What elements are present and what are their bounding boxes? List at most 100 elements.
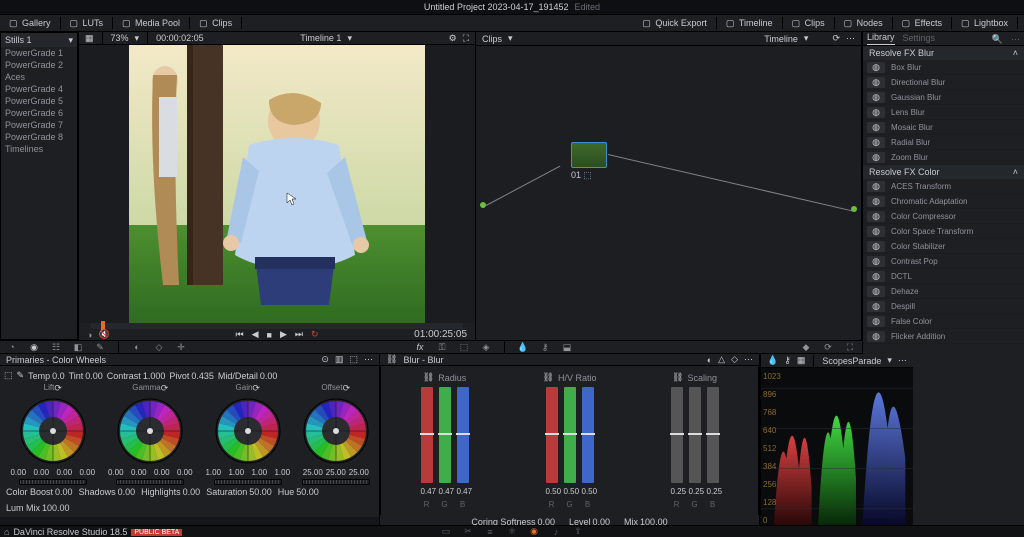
blur-values[interactable]: 0.470.470.47 — [421, 487, 469, 496]
color-wheel[interactable] — [301, 396, 371, 466]
3d-icon[interactable]: ◈ — [480, 341, 492, 353]
library-item[interactable]: ◍Gaussian Blur — [863, 90, 1024, 105]
expand-icon[interactable]: ⛶ — [463, 33, 469, 44]
gallery-item[interactable]: PowerGrade 4 — [1, 83, 77, 95]
blur-bars[interactable] — [421, 387, 469, 483]
keyframe-icon[interactable]: ◆ — [800, 341, 812, 353]
options-icon[interactable]: ⋯ — [1011, 34, 1020, 45]
chevron-down-icon[interactable]: ▾ — [347, 33, 352, 44]
library-item[interactable]: ◍Despill — [863, 299, 1024, 314]
gallery-item[interactable]: PowerGrade 2 — [1, 59, 77, 71]
picker-icon[interactable]: ⬚ — [4, 370, 13, 381]
library-item[interactable]: ◍Zoom Blur — [863, 150, 1024, 165]
scopes-canvas[interactable]: 10238967686405123842561280 — [761, 368, 913, 529]
scopes-mode[interactable]: Parade — [852, 356, 881, 366]
library-item[interactable]: ◍Color Compressor — [863, 209, 1024, 224]
blur-values[interactable]: 0.250.250.25 — [671, 487, 719, 496]
play-icon[interactable]: ▶ — [280, 329, 287, 340]
scopes-toggle-icon[interactable]: ⬓ — [561, 341, 573, 353]
zoom-value[interactable]: 73% — [111, 33, 129, 43]
clips-mode[interactable]: Clips — [482, 34, 502, 44]
curves-icon[interactable]: ◔ — [6, 341, 18, 353]
library-item[interactable]: ◍Radial Blur — [863, 135, 1024, 150]
sizing-icon[interactable]: ⬚ — [458, 341, 470, 353]
stop-icon[interactable]: ■ — [267, 330, 272, 340]
tab-settings[interactable]: Settings — [903, 33, 936, 45]
auto-icon[interactable]: ✎ — [17, 370, 25, 381]
wheel-values[interactable]: 0.000.000.000.00 — [8, 468, 97, 477]
gallery-header[interactable]: Stills 1 ▾ — [1, 33, 77, 47]
last-frame-icon[interactable]: ⏭ — [295, 329, 303, 340]
library-item[interactable]: ◍Lens Blur — [863, 105, 1024, 120]
param-lummix[interactable]: Lum Mix 100.00 — [6, 503, 70, 513]
options-icon[interactable]: ⋯ — [898, 355, 907, 366]
library-group-header[interactable]: Resolve FX Blur˄ — [863, 46, 1024, 60]
tracker-icon[interactable]: ✛ — [175, 341, 187, 353]
library-item[interactable]: ◍Chromatic Adaptation — [863, 194, 1024, 209]
node-reset-icon[interactable]: ⟳ — [832, 33, 840, 44]
gear-icon[interactable]: ⚙ — [449, 33, 457, 44]
param-shadows[interactable]: Shadows 0.00 — [79, 487, 136, 497]
page-deliver[interactable]: ⇪ — [571, 527, 585, 537]
wheel-values[interactable]: 1.001.001.001.00 — [203, 468, 292, 477]
param-saturation[interactable]: Saturation 50.00 — [206, 487, 272, 497]
wheel-mode-icon[interactable]: ⊙ — [321, 354, 329, 365]
color-wheel[interactable] — [213, 396, 283, 466]
prev-frame-icon[interactable]: ◀ — [252, 329, 259, 340]
options-icon[interactable]: ⋯ — [364, 354, 373, 365]
bars-mode-icon[interactable]: ▥ — [335, 354, 344, 365]
color-wheel[interactable] — [18, 396, 88, 466]
menu-nodes[interactable]: ▢Nodes — [839, 15, 888, 31]
key2-icon[interactable]: ⚷ — [539, 341, 551, 353]
sharpen-tab-icon[interactable]: △ — [718, 354, 725, 365]
param-hue[interactable]: Hue 50.00 — [278, 487, 319, 497]
wheel-values[interactable]: 25.0025.0025.00 — [303, 468, 369, 477]
library-item[interactable]: ◍Contrast Pop — [863, 254, 1024, 269]
first-frame-icon[interactable]: ⏮ — [235, 329, 243, 340]
library-item[interactable]: ◍Flicker Addition — [863, 329, 1024, 344]
gallery-item[interactable]: PowerGrade 7 — [1, 119, 77, 131]
page-color[interactable]: ◉ — [527, 527, 541, 537]
link-icon[interactable]: ⛓ — [386, 354, 397, 365]
library-item[interactable]: ◍Color Stabilizer — [863, 239, 1024, 254]
drop-icon[interactable]: 💧 — [767, 355, 778, 366]
mute-icon[interactable]: 🔇 — [98, 329, 109, 340]
loop-icon[interactable]: ↻ — [311, 329, 319, 340]
options-icon[interactable]: ⋯ — [744, 354, 753, 365]
menu-media-pool[interactable]: ▢Media Pool — [117, 15, 185, 31]
viewer-timecode[interactable]: 01:00:25:05 — [414, 329, 467, 340]
reset-panel-icon[interactable]: ⟳ — [822, 341, 834, 353]
search-icon[interactable]: 🔍 — [992, 34, 1003, 45]
param-pivot[interactable]: Pivot 0.435 — [169, 371, 214, 381]
library-item[interactable]: ◍Box Blur — [863, 60, 1024, 75]
library-item[interactable]: ◍Dehaze — [863, 284, 1024, 299]
menu-clips[interactable]: ▢Clips — [787, 15, 830, 31]
chevron-down-icon[interactable]: ▾ — [804, 33, 809, 44]
page-fairlight[interactable]: ♪ — [549, 527, 563, 537]
page-edit[interactable]: ≡ — [483, 527, 497, 537]
library-item[interactable]: ◍Color Space Transform — [863, 224, 1024, 239]
node-timeline-name[interactable]: Timeline — [764, 34, 798, 44]
eyedropper-icon[interactable]: ✎ — [94, 341, 106, 353]
tab-library[interactable]: Library — [867, 32, 895, 45]
wheel-values[interactable]: 0.000.000.000.00 — [106, 468, 195, 477]
menu-quick-export[interactable]: ▢Quick Export — [637, 15, 712, 31]
bars-icon[interactable]: ☷ — [50, 341, 62, 353]
window-icon[interactable]: ◇ — [153, 341, 165, 353]
param-highlights[interactable]: Highlights 0.00 — [141, 487, 200, 497]
blur-tab-icon[interactable]: ◐ — [707, 355, 712, 365]
menu-luts[interactable]: ▢LUTs — [65, 15, 109, 31]
library-item[interactable]: ◍Directional Blur — [863, 75, 1024, 90]
node-canvas[interactable]: 01 ⬚ — [476, 46, 861, 340]
param-tint[interactable]: Tint 0.00 — [69, 371, 103, 381]
gallery-item[interactable]: PowerGrade 1 — [1, 47, 77, 59]
menu-clips[interactable]: ▢Clips — [194, 15, 237, 31]
page-fusion[interactable]: ⚛ — [505, 527, 519, 537]
bypass-icon[interactable]: ◑ — [87, 330, 92, 340]
blur-bars[interactable] — [546, 387, 594, 483]
mist-tab-icon[interactable]: ◇ — [731, 354, 738, 365]
gallery-item[interactable]: PowerGrade 5 — [1, 95, 77, 107]
blur-bars[interactable] — [671, 387, 719, 483]
menu-gallery[interactable]: ▢Gallery — [4, 15, 56, 31]
gallery-item[interactable]: Aces — [1, 71, 77, 83]
